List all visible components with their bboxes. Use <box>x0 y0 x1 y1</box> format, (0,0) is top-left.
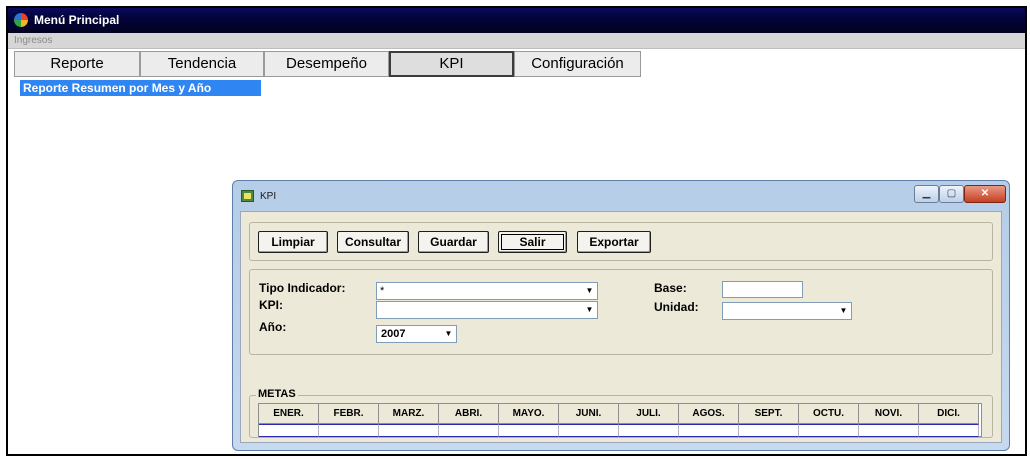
kpi-select[interactable]: ▼ <box>376 301 598 319</box>
main-window: Menú Principal Ingresos Reporte Tendenci… <box>6 6 1027 456</box>
toolbar-group: Limpiar Consultar Guardar Salir Exportar <box>249 222 993 261</box>
anio-value: 2007 <box>381 328 406 340</box>
metas-column-header: FEBR. <box>319 404 379 424</box>
tab-tendencia[interactable]: Tendencia <box>140 51 264 77</box>
filter-group: Tipo Indicador: * ▼ KPI: ▼ Año: 2007 ▼ B… <box>249 269 993 355</box>
metas-column-header: MARZ. <box>379 404 439 424</box>
kpi-client-area: Limpiar Consultar Guardar Salir Exportar… <box>240 211 1002 443</box>
tab-reporte[interactable]: Reporte <box>14 51 140 77</box>
metas-column-header: JULI. <box>619 404 679 424</box>
metas-column-header: NOVI. <box>859 404 919 424</box>
chevron-down-icon[interactable]: ▼ <box>582 302 597 318</box>
metas-column-header: OCTU. <box>799 404 859 424</box>
metas-grid: ENER. FEBR. MARZ. ABRI. MAYO. JUNI. JULI. AGOS.… <box>258 403 982 437</box>
metas-column-header: MAYO. <box>499 404 559 424</box>
chevron-down-icon[interactable]: ▼ <box>836 303 851 319</box>
metas-value-cell[interactable] <box>319 424 379 437</box>
tipo-indicador-label: Tipo Indicador: <box>259 281 346 295</box>
metas-value-cell[interactable] <box>379 424 439 437</box>
metas-column-header: DICI. <box>919 404 979 424</box>
report-summary-link[interactable]: Reporte Resumen por Mes y Año <box>20 80 261 96</box>
app-title: Menú Principal <box>34 13 120 27</box>
unidad-label: Unidad: <box>654 300 699 314</box>
base-label: Base: <box>654 281 687 295</box>
metas-value-cell[interactable] <box>619 424 679 437</box>
metas-column-header: JUNI. <box>559 404 619 424</box>
anio-select[interactable]: 2007 ▼ <box>376 325 457 343</box>
limpiar-button[interactable]: Limpiar <box>258 231 328 253</box>
metas-group: METAS ENER. FEBR. MARZ. ABRI. MAYO. JUNI. JULI… <box>249 388 993 438</box>
base-input[interactable] <box>722 281 803 298</box>
metas-value-cell[interactable] <box>439 424 499 437</box>
anio-label: Año: <box>259 320 287 334</box>
close-button[interactable]: ✕ <box>964 185 1006 203</box>
chevron-down-icon[interactable]: ▼ <box>441 326 456 342</box>
kpi-window: KPI ▁ ▢ ✕ Limpiar Consultar Guardar Sali… <box>232 180 1010 451</box>
metas-value-cell[interactable] <box>799 424 859 437</box>
metas-column-header: SEPT. <box>739 404 799 424</box>
tab-desempeno[interactable]: Desempeño <box>264 51 389 77</box>
metas-column-header: ENER. <box>259 404 319 424</box>
unidad-select[interactable]: ▼ <box>722 302 852 320</box>
metas-value-cell[interactable] <box>679 424 739 437</box>
tipo-indicador-value: * <box>380 285 385 297</box>
kpi-titlebar: KPI ▁ ▢ ✕ <box>233 181 1009 211</box>
tab-kpi[interactable]: KPI <box>389 51 514 77</box>
main-titlebar: Menú Principal <box>8 8 1025 33</box>
guardar-button[interactable]: Guardar <box>418 231 489 253</box>
maximize-button[interactable]: ▢ <box>939 185 964 203</box>
metas-value-cell[interactable] <box>859 424 919 437</box>
menubar: Ingresos <box>8 33 1025 49</box>
menu-item-ingresos[interactable]: Ingresos <box>14 35 52 46</box>
minimize-button[interactable]: ▁ <box>914 185 939 203</box>
exportar-button[interactable]: Exportar <box>577 231 651 253</box>
consultar-button[interactable]: Consultar <box>337 231 409 253</box>
kpi-label: KPI: <box>259 298 283 312</box>
metas-value-cell[interactable] <box>499 424 559 437</box>
metas-value-cell[interactable] <box>919 424 979 437</box>
app-logo-icon <box>14 13 28 27</box>
chevron-down-icon[interactable]: ▼ <box>582 283 597 299</box>
metas-value-cell[interactable] <box>259 424 319 437</box>
kpi-window-title: KPI <box>260 191 277 202</box>
tab-configuracion[interactable]: Configuración <box>514 51 641 77</box>
metas-title: METAS <box>256 388 298 400</box>
metas-value-cell[interactable] <box>559 424 619 437</box>
tipo-indicador-select[interactable]: * ▼ <box>376 282 598 300</box>
metas-value-cell[interactable] <box>739 424 799 437</box>
salir-button[interactable]: Salir <box>498 231 567 253</box>
metas-column-header: ABRI. <box>439 404 499 424</box>
kpi-window-icon <box>241 190 254 202</box>
metas-column-header: AGOS. <box>679 404 739 424</box>
